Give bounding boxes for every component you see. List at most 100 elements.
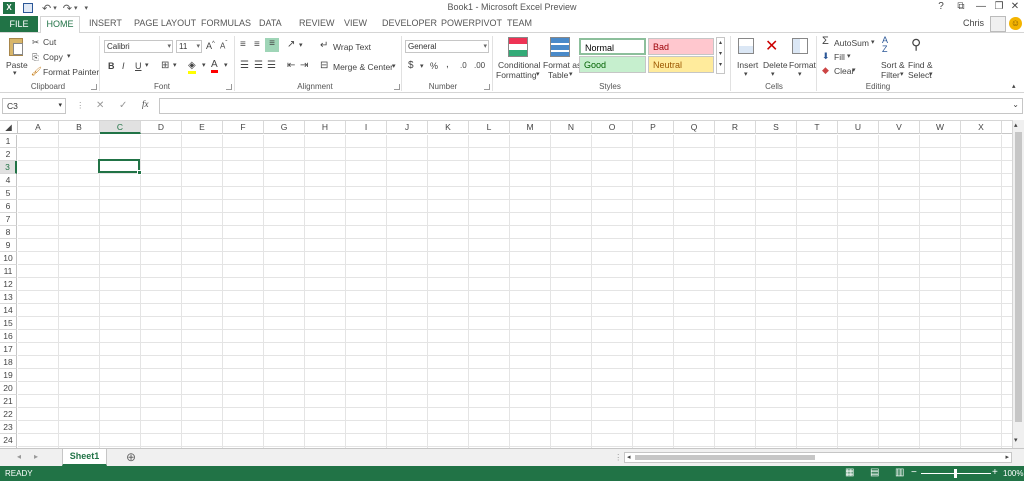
column-header-o[interactable]: O	[592, 121, 633, 134]
page-layout-view-icon[interactable]: ▤	[870, 467, 879, 478]
row-header-20[interactable]: 20	[0, 382, 17, 395]
decrease-indent-icon[interactable]: ⇤	[287, 60, 295, 71]
tab-page-layout[interactable]: PAGE LAYOUT	[134, 18, 196, 28]
find-select-dropdown-icon[interactable]: ▾	[929, 70, 933, 78]
vertical-scroll-thumb[interactable]	[1015, 132, 1022, 422]
tab-view[interactable]: VIEW	[344, 18, 367, 28]
find-select-icon[interactable]: ⚲	[911, 36, 921, 53]
prev-sheet-icon[interactable]: ◂	[17, 452, 21, 461]
sheet-tab-sheet1[interactable]: Sheet1	[62, 449, 107, 466]
row-header-24[interactable]: 24	[0, 434, 17, 447]
merge-center-button[interactable]: Merge & Center	[333, 62, 393, 72]
ribbon-display-options-icon[interactable]: ⧉	[952, 1, 970, 12]
accounting-dropdown-icon[interactable]: ▾	[420, 62, 424, 70]
number-launcher-icon[interactable]	[484, 84, 490, 90]
font-launcher-icon[interactable]	[226, 84, 232, 90]
scroll-left-icon[interactable]: ◂	[627, 453, 631, 461]
format-as-table-label-1[interactable]: Format as	[543, 60, 581, 70]
paste-dropdown-icon[interactable]: ▾	[13, 69, 17, 77]
wrap-text-button[interactable]: Wrap Text	[333, 42, 371, 52]
find-select-label-1[interactable]: Find &	[908, 60, 933, 70]
column-header-i[interactable]: I	[346, 121, 387, 134]
column-header-l[interactable]: L	[469, 121, 510, 134]
clear-dropdown-icon[interactable]: ▾	[852, 66, 856, 74]
column-header-c[interactable]: C	[100, 121, 141, 134]
sort-filter-label-2[interactable]: Filter	[881, 70, 900, 80]
tab-split-handle[interactable]: ⋮	[614, 452, 623, 463]
column-header-b[interactable]: B	[59, 121, 100, 134]
orientation-icon[interactable]: ↗	[287, 39, 295, 50]
collapse-ribbon-icon[interactable]: ▴	[1012, 82, 1016, 90]
zoom-in-button[interactable]: +	[992, 467, 998, 478]
new-sheet-button[interactable]: ⊕	[126, 450, 136, 464]
row-header-15[interactable]: 15	[0, 317, 17, 330]
format-as-table-label-2[interactable]: Table	[548, 70, 568, 80]
accounting-format-icon[interactable]: $	[408, 60, 414, 71]
column-header-u[interactable]: U	[838, 121, 879, 134]
column-header-s[interactable]: S	[756, 121, 797, 134]
tab-team[interactable]: TEAM	[507, 18, 532, 28]
styles-gallery-scroll[interactable]: ▴ ▾ ▾	[716, 37, 725, 74]
conditional-formatting-label-2[interactable]: Formatting	[496, 70, 537, 80]
format-as-table-icon[interactable]	[550, 37, 570, 57]
copy-icon[interactable]: ⎘	[32, 52, 39, 63]
fill-button[interactable]: Fill	[834, 52, 845, 62]
name-box[interactable]: C3 ▾	[2, 98, 66, 114]
active-cell-c3[interactable]	[98, 159, 140, 173]
middle-align-icon[interactable]: ≡	[254, 39, 260, 50]
copy-button[interactable]: Copy	[43, 52, 63, 62]
zoom-slider-thumb[interactable]	[954, 469, 957, 478]
paste-button[interactable]: Paste	[6, 60, 28, 70]
format-painter-button[interactable]: Format Painter	[43, 67, 99, 77]
delete-cells-button[interactable]: Delete	[763, 60, 788, 70]
insert-dropdown-icon[interactable]: ▾	[744, 70, 748, 78]
borders-dropdown-icon[interactable]: ▾	[173, 61, 177, 69]
row-header-5[interactable]: 5	[0, 187, 17, 200]
column-header-w[interactable]: W	[920, 121, 961, 134]
row-header-17[interactable]: 17	[0, 343, 17, 356]
paste-icon[interactable]	[7, 36, 27, 58]
column-header-g[interactable]: G	[264, 121, 305, 134]
font-name-combo[interactable]: Calibri ▾	[104, 40, 173, 53]
italic-button[interactable]: I	[122, 61, 125, 71]
scroll-up-icon[interactable]: ▴	[1014, 121, 1018, 129]
increase-font-size-icon[interactable]: A^	[206, 41, 215, 51]
column-header-a[interactable]: A	[18, 121, 59, 134]
row-header-4[interactable]: 4	[0, 174, 17, 187]
wrap-text-icon[interactable]: ↵	[320, 40, 328, 51]
row-header-8[interactable]: 8	[0, 226, 17, 239]
font-color-dropdown-icon[interactable]: ▾	[224, 61, 228, 69]
clipboard-launcher-icon[interactable]	[91, 84, 97, 90]
underline-dropdown-icon[interactable]: ▾	[145, 61, 149, 69]
cell-area[interactable]	[18, 135, 1012, 448]
delete-cells-icon[interactable]: ✕	[765, 36, 778, 56]
copy-dropdown-icon[interactable]: ▾	[67, 52, 71, 60]
autosum-button[interactable]: AutoSum	[834, 38, 869, 48]
row-header-10[interactable]: 10	[0, 252, 17, 265]
row-header-22[interactable]: 22	[0, 408, 17, 421]
format-as-table-dropdown-icon[interactable]: ▾	[569, 70, 573, 78]
autosum-icon[interactable]: Σ	[822, 35, 829, 47]
page-break-preview-icon[interactable]: ▥	[895, 467, 904, 478]
column-header-p[interactable]: P	[633, 121, 674, 134]
close-icon[interactable]: ✕	[1006, 1, 1024, 12]
alignment-launcher-icon[interactable]	[394, 84, 400, 90]
row-header-1[interactable]: 1	[0, 135, 17, 148]
fill-icon[interactable]: ⬇	[822, 51, 830, 62]
sort-filter-label-1[interactable]: Sort &	[881, 60, 905, 70]
increase-indent-icon[interactable]: ⇥	[300, 60, 308, 71]
column-header-k[interactable]: K	[428, 121, 469, 134]
row-header-23[interactable]: 23	[0, 421, 17, 434]
bottom-align-icon[interactable]: ≡	[265, 38, 279, 52]
autosum-dropdown-icon[interactable]: ▾	[871, 38, 875, 46]
column-header-d[interactable]: D	[141, 121, 182, 134]
scroll-up-icon[interactable]: ▴	[719, 40, 722, 46]
font-size-combo[interactable]: 11 ▾	[176, 40, 202, 53]
user-name[interactable]: Chris	[963, 18, 984, 28]
scroll-down-icon[interactable]: ▾	[1014, 436, 1018, 444]
row-header-12[interactable]: 12	[0, 278, 17, 291]
vertical-scrollbar[interactable]: ▴ ▾	[1012, 120, 1024, 448]
insert-cells-icon[interactable]	[738, 38, 754, 54]
horizontal-scroll-thumb[interactable]	[635, 455, 815, 460]
minimize-icon[interactable]: —	[972, 1, 990, 12]
